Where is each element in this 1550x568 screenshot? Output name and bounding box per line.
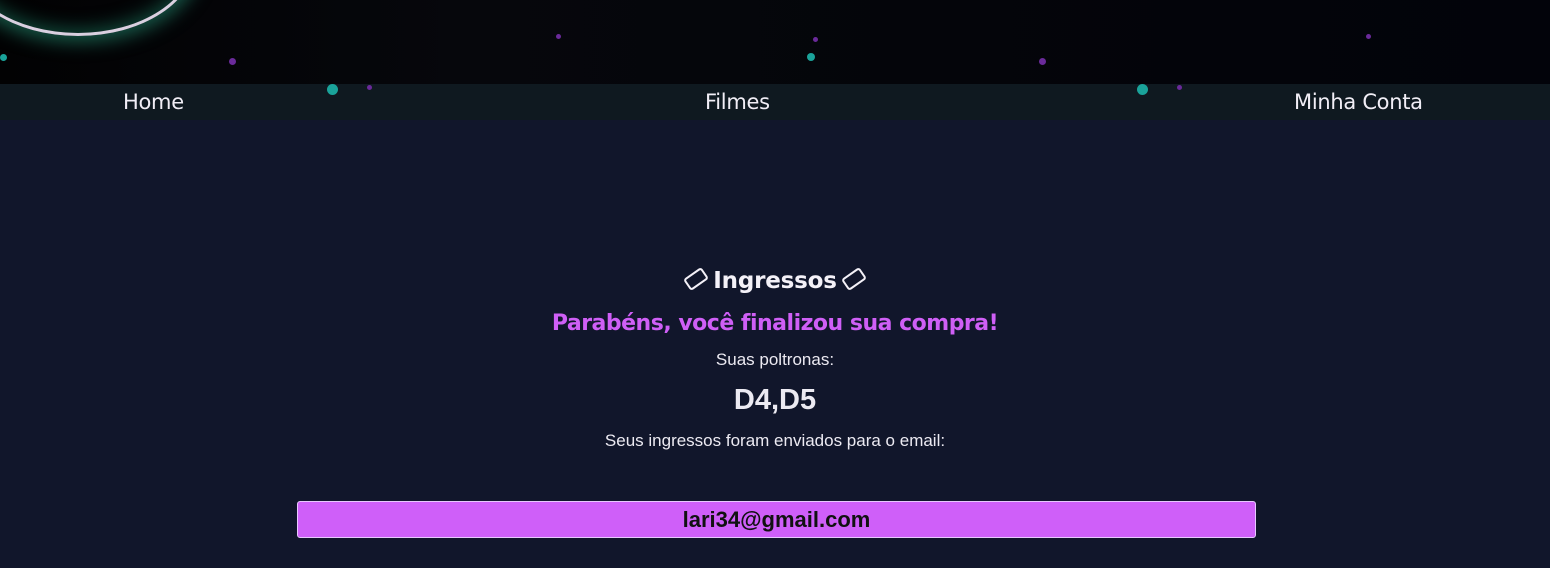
decor-dot <box>327 84 338 95</box>
header-banner <box>0 0 1550 84</box>
congrats-message: Parabéns, você finalizou sua compra! <box>551 311 999 336</box>
decor-dot <box>0 54 7 61</box>
decor-dot <box>556 34 561 39</box>
nav-home-link[interactable]: Home <box>123 90 184 114</box>
ticket-icon <box>840 266 867 291</box>
page-title-text: Ingressos <box>713 268 837 294</box>
page-title: Ingressos <box>0 266 1550 294</box>
ticket-icon <box>683 266 710 291</box>
confirmation-section: Ingressos Parabéns, você finalizou sua c… <box>0 120 1550 568</box>
email-display: lari34@gmail.com <box>297 501 1256 538</box>
decor-dot <box>367 85 372 90</box>
decor-dot <box>1366 34 1371 39</box>
decor-dot <box>1137 84 1148 95</box>
seats-value: D4,D5 <box>733 384 817 416</box>
seats-label: Suas poltronas: <box>715 350 835 369</box>
decor-dot <box>807 53 815 61</box>
logo-swirl <box>0 0 196 36</box>
nav-minha-conta-link[interactable]: Minha Conta <box>1294 90 1423 114</box>
decor-dot <box>229 58 236 65</box>
nav-filmes-link[interactable]: Filmes <box>705 90 770 114</box>
decor-dot <box>1039 58 1046 65</box>
decor-dot <box>813 37 818 42</box>
navigation-bar: Home Filmes Minha Conta <box>0 84 1550 120</box>
decor-dot <box>1177 85 1182 90</box>
email-label: Seus ingressos foram enviados para o ema… <box>604 431 946 450</box>
